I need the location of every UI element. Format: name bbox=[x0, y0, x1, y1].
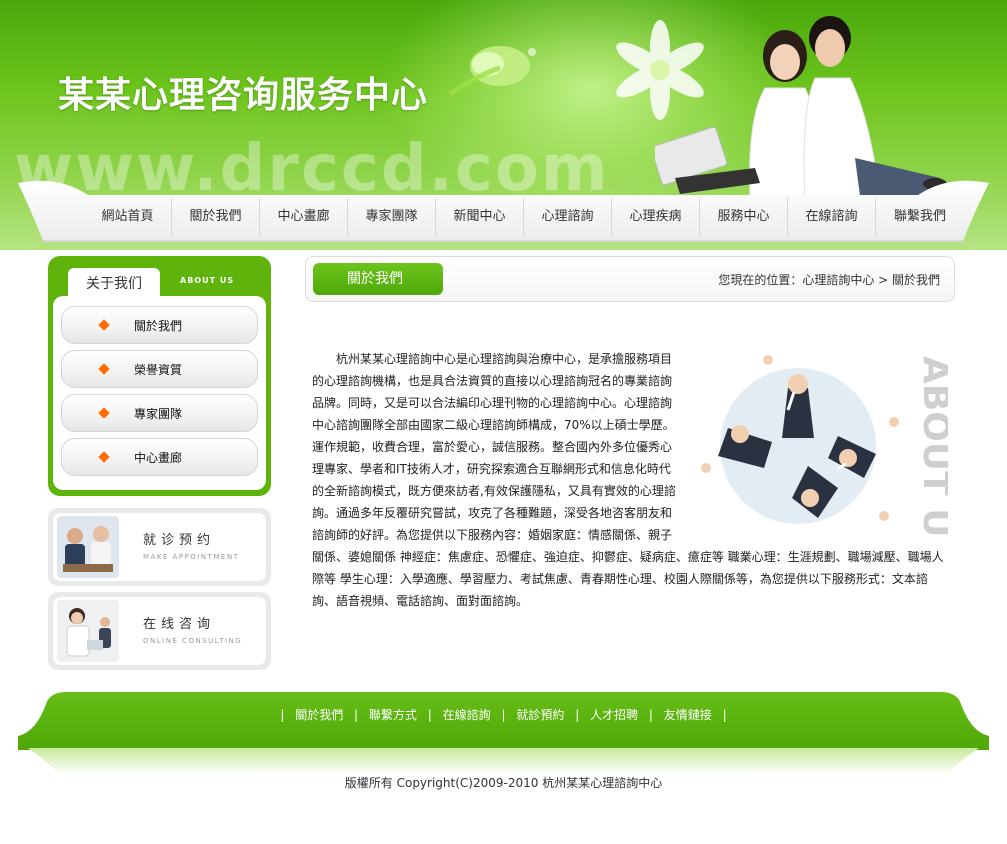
couple-photo bbox=[655, 16, 947, 198]
appointment-photo bbox=[57, 516, 119, 578]
sidebar-item-label: 關於我們 bbox=[134, 319, 183, 333]
nav-item-contact[interactable]: 聯繫我們 bbox=[876, 197, 964, 237]
nav-item-news[interactable]: 新聞中心 bbox=[436, 197, 524, 237]
footer-link-jobs[interactable]: 人才招聘 bbox=[590, 708, 638, 722]
site-title: 某某心理咨询服务中心 bbox=[58, 75, 429, 116]
plant-bud-image bbox=[448, 46, 536, 97]
copyright: 版權所有 Copyright(C)2009-2010 杭州某某心理諮詢中心 bbox=[344, 776, 663, 790]
about-article: ABOUT US 杭州某某心理諮詢中心是心理諮詢與治療中心，是承擔服務項目的心理… bbox=[312, 348, 956, 612]
footer-links: | 關於我們 | 聯繫方式 | 在線諮詢 | 就診預約 | 人才招聘 | 友情鏈… bbox=[280, 708, 727, 722]
bullet-icon bbox=[98, 407, 110, 419]
footer-link-appointment[interactable]: 就診預約 bbox=[516, 708, 564, 722]
nav-item-home[interactable]: 網站首頁 bbox=[84, 197, 172, 237]
sidebar-item-label: 榮譽資質 bbox=[134, 363, 183, 377]
nav-item-online[interactable]: 在線諮詢 bbox=[788, 197, 876, 237]
consulting-subtitle: ONLINE CONSULTING bbox=[143, 637, 243, 645]
footer-link-contact[interactable]: 聯繫方式 bbox=[369, 708, 417, 722]
appointment-title: 就诊预约 bbox=[143, 533, 216, 548]
main-navigation: 網站首頁 關於我們 中心畫廊 專家團隊 新聞中心 心理諮詢 心理疾病 服務中心 … bbox=[18, 175, 989, 245]
breadcrumb: 您現在的位置：心理諮詢中心 > 關於我們 bbox=[718, 273, 940, 287]
sidebar-item-label: 中心畫廊 bbox=[134, 451, 183, 465]
section-title: 關於我們 bbox=[313, 263, 443, 295]
online-consulting-promo[interactable]: 在线咨询 ONLINE CONSULTING bbox=[48, 592, 271, 670]
footer-link-online[interactable]: 在線諮詢 bbox=[443, 708, 491, 722]
bullet-icon bbox=[98, 319, 110, 331]
sidebar-menu-box: 关于我们 ABOUT US 關於我們 榮譽資質 專家團隊 中心畫廊 bbox=[48, 256, 271, 496]
sidebar-item-gallery[interactable]: 中心畫廊 bbox=[61, 438, 258, 476]
footer-link-friends[interactable]: 友情鏈接 bbox=[664, 708, 712, 722]
sidebar-item-label: 專家團隊 bbox=[134, 407, 183, 421]
sidebar-tab-en: ABOUT US bbox=[180, 276, 235, 285]
footer-link-about[interactable]: 關於我們 bbox=[295, 708, 343, 722]
nav-item-services[interactable]: 服務中心 bbox=[700, 197, 788, 237]
team-photo: ABOUT US bbox=[701, 355, 956, 563]
about-us-watermark: ABOUT US bbox=[915, 356, 948, 538]
footer-bar bbox=[18, 692, 989, 774]
sidebar-item-experts[interactable]: 專家團隊 bbox=[61, 394, 258, 432]
bullet-icon bbox=[98, 363, 110, 375]
nav-item-gallery[interactable]: 中心畫廊 bbox=[260, 197, 348, 237]
consulting-title: 在线咨询 bbox=[143, 617, 216, 632]
bullet-icon bbox=[98, 451, 110, 463]
nav-item-disorders[interactable]: 心理疾病 bbox=[612, 197, 700, 237]
sidebar-item-about[interactable]: 關於我們 bbox=[61, 306, 258, 344]
sidebar-item-honors[interactable]: 榮譽資質 bbox=[61, 350, 258, 388]
content-header: 關於我們 您現在的位置：心理諮詢中心 > 關於我們 bbox=[305, 256, 955, 302]
appointment-subtitle: MAKE APPOINTMENT bbox=[143, 553, 240, 561]
nav-item-about[interactable]: 關於我們 bbox=[172, 197, 260, 237]
nav-item-experts[interactable]: 專家團隊 bbox=[348, 197, 436, 237]
consulting-photo bbox=[57, 600, 119, 662]
nav-item-counseling[interactable]: 心理諮詢 bbox=[524, 197, 612, 237]
appointment-promo[interactable]: 就诊预约 MAKE APPOINTMENT bbox=[48, 508, 271, 586]
